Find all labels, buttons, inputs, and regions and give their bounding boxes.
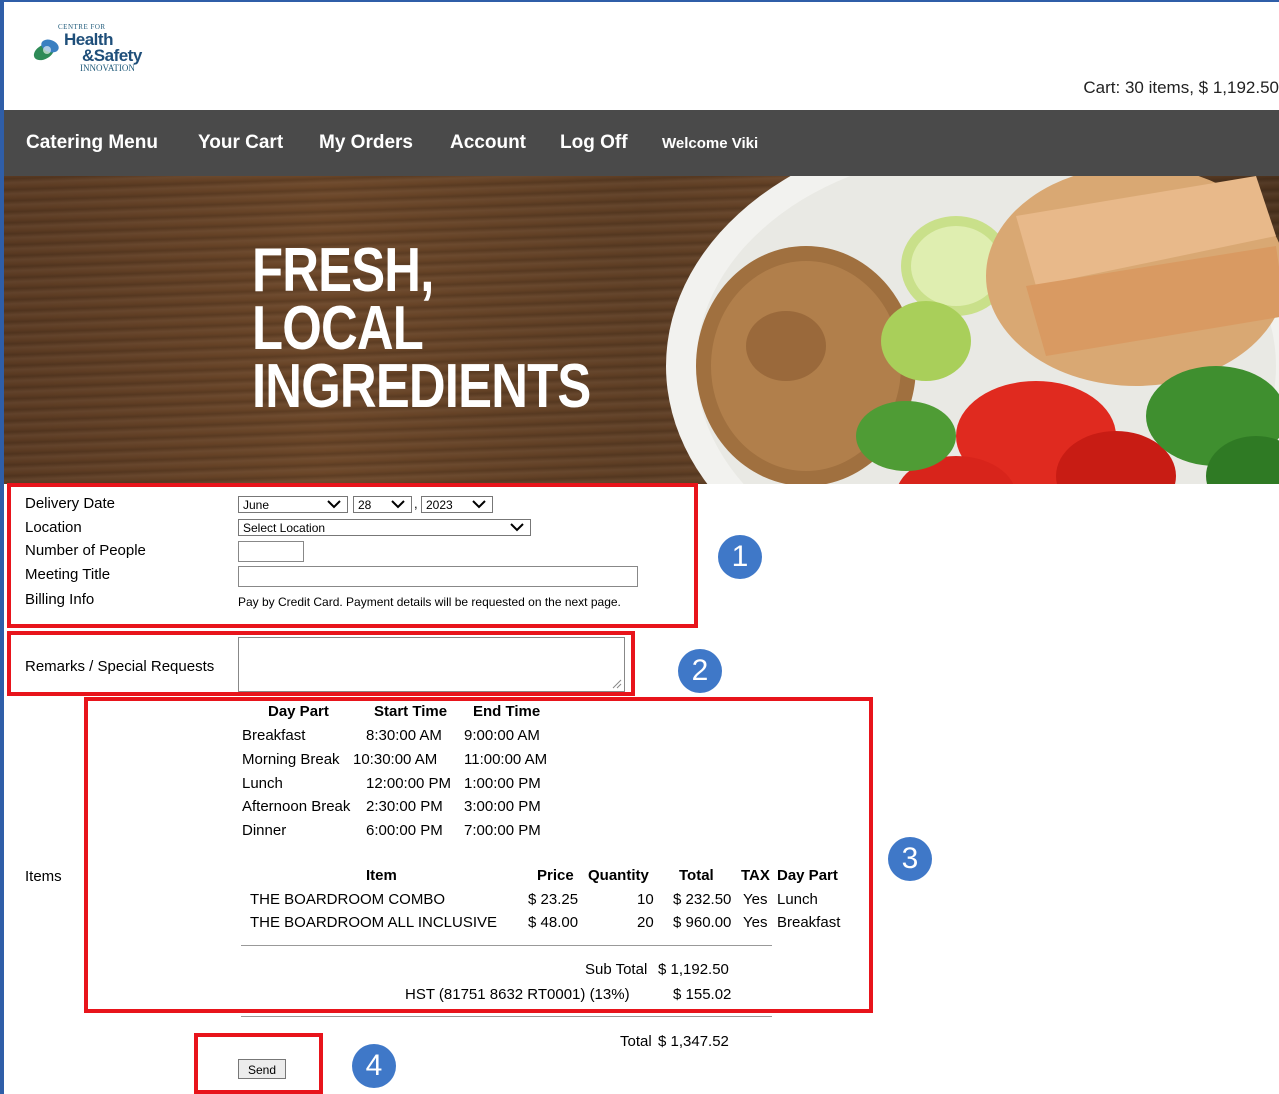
nav-account[interactable]: Account [450, 132, 526, 154]
annotation-badge-3: 3 [888, 837, 932, 881]
banner-line-1: FRESH, [252, 236, 434, 305]
annotation-box-3 [84, 697, 873, 1013]
annotation-badge-4: 4 [352, 1044, 396, 1088]
logo-innovation-text: INNOVATION [80, 63, 135, 73]
top-border [0, 0, 1279, 2]
banner-line-3: INGREDIENTS [252, 352, 591, 421]
main-nav: Catering Menu Your Cart My Orders Accoun… [4, 110, 1279, 176]
annotation-box-4 [194, 1033, 323, 1094]
divider [241, 1016, 772, 1017]
nav-catering-menu[interactable]: Catering Menu [26, 132, 158, 154]
banner-line-2: LOCAL [252, 294, 424, 363]
nav-your-cart[interactable]: Your Cart [198, 132, 283, 154]
items-label: Items [25, 868, 62, 885]
hero-banner: FRESH, LOCAL INGREDIENTS [4, 176, 1279, 484]
annotation-box-1 [7, 483, 698, 628]
annotation-badge-2: 2 [678, 649, 722, 693]
annotation-box-2 [7, 631, 635, 696]
banner-headline: FRESH, LOCAL INGREDIENTS [252, 236, 665, 421]
logo-leaf-icon [33, 39, 59, 61]
nav-log-off[interactable]: Log Off [560, 132, 628, 154]
nav-my-orders[interactable]: My Orders [319, 132, 413, 154]
total-label: Total [620, 1033, 652, 1050]
cart-summary[interactable]: Cart: 30 items, $ 1,192.50 [1083, 78, 1279, 98]
welcome-text: Welcome Viki [662, 135, 759, 152]
annotation-badge-1: 1 [718, 535, 762, 579]
salad-plate-image [666, 176, 1279, 484]
total-value: $ 1,347.52 [658, 1033, 729, 1050]
logo[interactable]: CENTRE FOR Health &Safety INNOVATION [30, 20, 170, 82]
